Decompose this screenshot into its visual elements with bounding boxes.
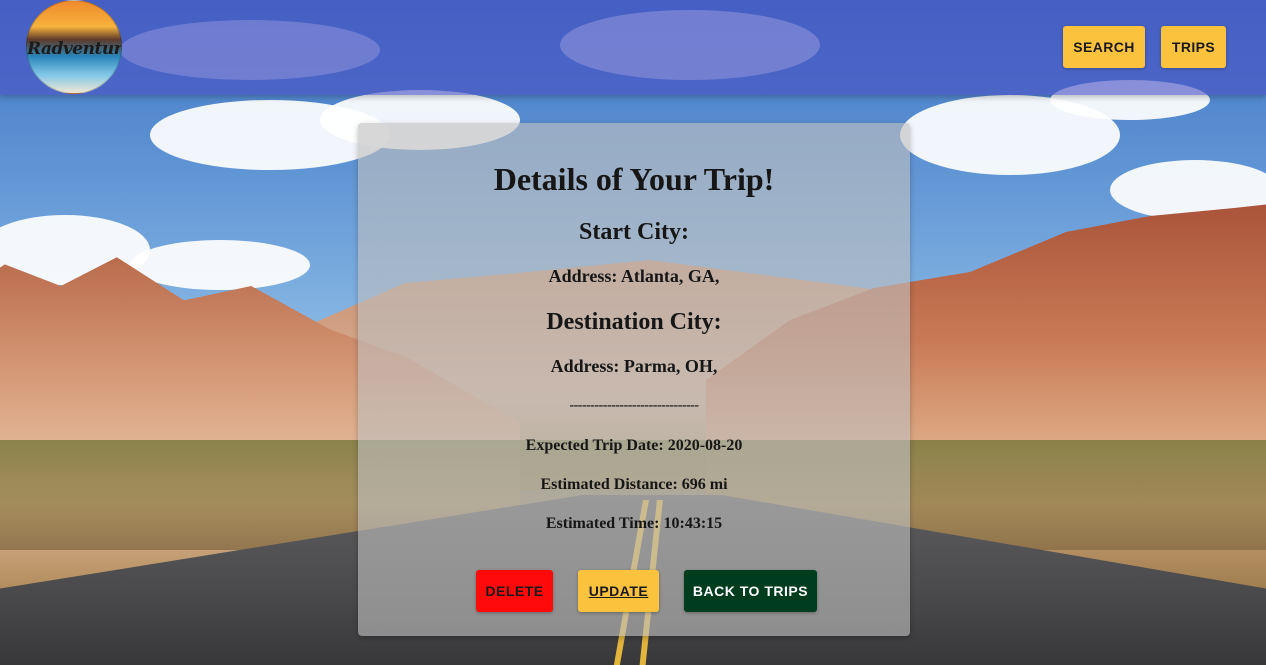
delete-button[interactable]: DELETE: [476, 570, 553, 612]
back-to-trips-button[interactable]: BACK TO TRIPS: [684, 570, 817, 612]
destination-address: Address: Parma, OH,: [550, 356, 718, 376]
start-address: Address: Atlanta, GA,: [548, 266, 720, 286]
page-title: Details of Your Trip!: [493, 161, 775, 197]
top-app-bar: Radventure SEARCH TRIPS: [0, 0, 1266, 95]
destination-city-heading: Destination City:: [546, 309, 722, 335]
search-button[interactable]: SEARCH: [1063, 26, 1145, 68]
start-city-heading: Start City:: [579, 219, 689, 245]
estimated-time: Estimated Time: 10:43:15: [545, 515, 723, 532]
estimated-distance: Estimated Distance: 696 mi: [540, 476, 728, 493]
divider: -------------------------------: [569, 398, 699, 413]
cloud: [130, 240, 310, 290]
trip-date: Expected Trip Date: 2020-08-20: [525, 437, 743, 454]
logo-text: Radventure: [27, 39, 122, 59]
radventure-logo[interactable]: Radventure: [26, 0, 122, 94]
trip-details-card: Details of Your Trip! Start City: Addres…: [358, 123, 910, 636]
update-button[interactable]: UPDATE: [578, 570, 659, 612]
trips-button[interactable]: TRIPS: [1161, 26, 1226, 68]
